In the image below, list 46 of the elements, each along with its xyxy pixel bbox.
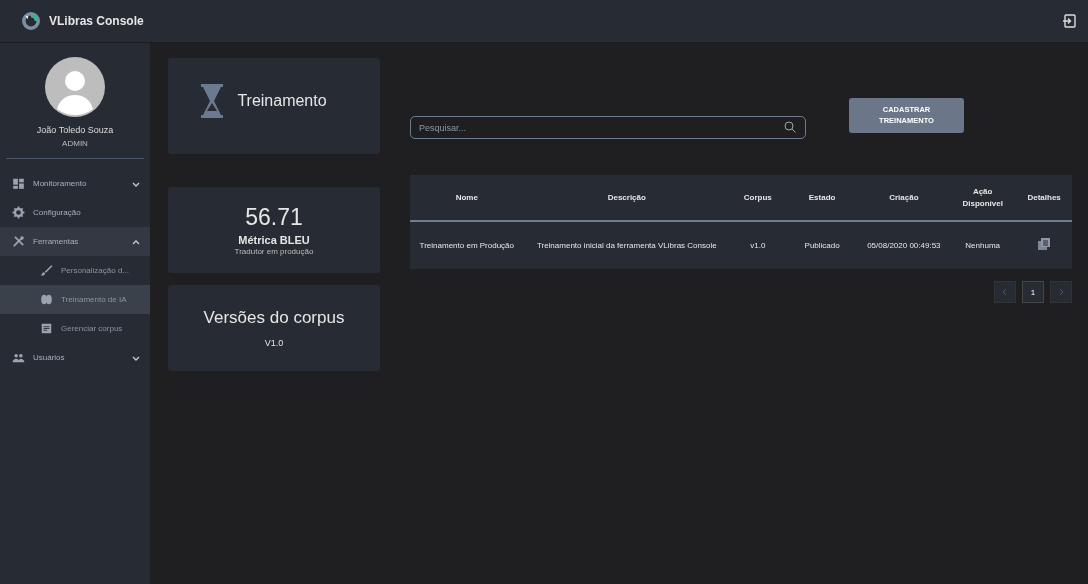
metric-value: 56.71 bbox=[245, 204, 303, 231]
table-cell: Nenhuma bbox=[949, 221, 1017, 269]
corpus-version: V1.0 bbox=[264, 338, 284, 348]
brush-icon bbox=[40, 264, 53, 277]
dashboard-icon bbox=[12, 177, 25, 190]
nav-item[interactable]: Configuração bbox=[0, 198, 150, 227]
column-header: Ação Disponível bbox=[949, 175, 1017, 221]
nav-item[interactable]: Gerenciar corpus bbox=[0, 314, 150, 343]
people-icon bbox=[12, 351, 25, 364]
column-header: Corpus bbox=[729, 175, 786, 221]
tools-icon bbox=[12, 235, 25, 248]
document-icon bbox=[40, 322, 53, 335]
page-title: Treinamento bbox=[237, 92, 327, 110]
search-field[interactable]: Pesquisar... bbox=[410, 116, 806, 139]
column-header: Estado bbox=[785, 175, 859, 221]
nav-item[interactable]: Monitoramento bbox=[0, 169, 150, 198]
nav-item[interactable]: Treinamento de IA bbox=[0, 285, 150, 314]
table-cell: Treinamento inicial da ferramenta VLibras Console bbox=[523, 221, 730, 269]
chevron-left-icon bbox=[1001, 288, 1009, 296]
chevron-right-icon bbox=[1057, 288, 1065, 296]
logout-icon[interactable] bbox=[1062, 14, 1076, 28]
table-cell: Publicado bbox=[785, 221, 859, 269]
metric-caption: Tradutor em produção bbox=[234, 247, 314, 256]
brain-icon bbox=[40, 293, 53, 306]
hourglass-icon bbox=[201, 84, 224, 118]
gear-icon bbox=[12, 206, 25, 219]
column-header: Detalhes bbox=[1016, 175, 1072, 221]
table-cell: 05/08/2020 00:49:53 bbox=[858, 221, 950, 269]
user-role: ADMIN bbox=[62, 139, 88, 148]
nav-item[interactable]: Ferramentas bbox=[0, 227, 150, 256]
avatar bbox=[45, 57, 105, 117]
column-header: Criação bbox=[858, 175, 950, 221]
search-icon bbox=[784, 121, 796, 133]
metric-label: Métrica BLEU bbox=[238, 234, 310, 246]
column-header: Nome bbox=[410, 175, 524, 221]
app-title: VLibras Console bbox=[49, 14, 145, 28]
logo-icon bbox=[22, 12, 40, 30]
card-title: Versões do corpus bbox=[203, 308, 345, 328]
user-name: João Toledo Souza bbox=[36, 125, 114, 135]
nav-item[interactable]: Personalização d... bbox=[0, 256, 150, 285]
nav-item[interactable]: Usuários bbox=[0, 343, 150, 372]
page-button[interactable]: 1 bbox=[1022, 281, 1044, 303]
column-header: Descrição bbox=[523, 175, 730, 221]
table-cell: v1.0 bbox=[729, 221, 786, 269]
table-cell: Treinamento em Produção bbox=[410, 221, 524, 269]
details-icon[interactable] bbox=[1038, 237, 1051, 250]
